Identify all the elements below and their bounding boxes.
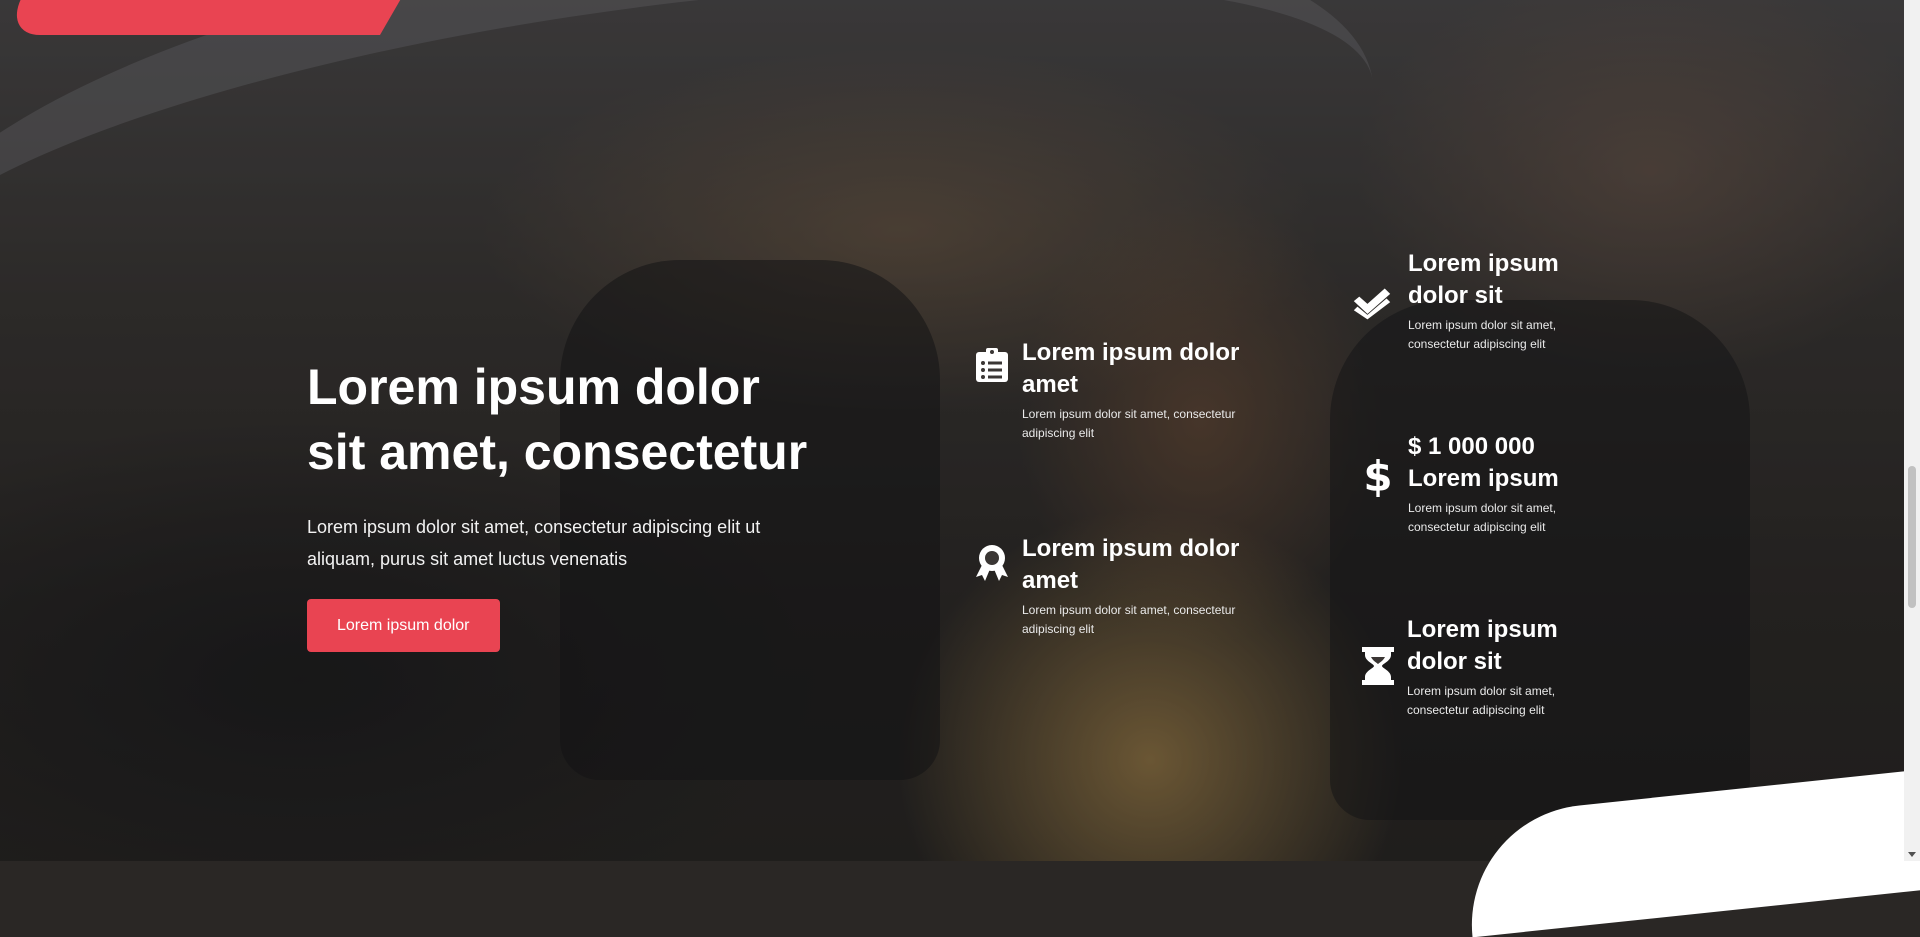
hero-title: Lorem ipsum dolor sit amet, consectetur xyxy=(307,359,808,480)
double-check-icon xyxy=(1352,283,1392,323)
feature-description: Lorem ipsum dolor sit amet, consectetur … xyxy=(1022,603,1236,636)
clipboard-list-icon xyxy=(972,345,1012,385)
feature-item: $ $ 1 000 000 Lorem ipsum Lorem ipsum do… xyxy=(1363,431,1588,537)
background-overlay xyxy=(0,0,1904,861)
feature-title: Lorem ipsum dolor sit xyxy=(1407,616,1558,675)
feature-description: Lorem ipsum dolor sit amet, consectetur … xyxy=(1408,318,1557,351)
feature-description: Lorem ipsum dolor sit amet, consectetur … xyxy=(1408,501,1557,534)
page-scrollbar[interactable] xyxy=(1904,0,1920,861)
award-icon xyxy=(972,543,1012,583)
feature-title: Lorem ipsum dolor sit xyxy=(1408,250,1559,309)
scrollbar-thumb[interactable] xyxy=(1908,466,1916,608)
hourglass-icon xyxy=(1358,646,1398,686)
top-accent-shape xyxy=(0,0,435,35)
feature-title: Lorem ipsum dolor amet xyxy=(1022,535,1240,594)
feature-title: Lorem ipsum dolor amet xyxy=(1022,339,1240,398)
scroll-down-arrow-icon[interactable] xyxy=(1908,852,1916,857)
feature-description: Lorem ipsum dolor sit amet, consectetur … xyxy=(1022,407,1236,440)
feature-item: Lorem ipsum dolor amet Lorem ipsum dolor… xyxy=(976,337,1272,443)
background-image xyxy=(0,0,1904,861)
feature-title: $ 1 000 000 Lorem ipsum xyxy=(1408,433,1559,492)
feature-item: Lorem ipsum dolor sit Lorem ipsum dolor … xyxy=(1362,614,1587,720)
hero-subtitle: Lorem ipsum dolor sit amet, consectetur … xyxy=(307,517,761,569)
hero-cta-button[interactable]: Lorem ipsum dolor xyxy=(307,599,500,652)
feature-description: Lorem ipsum dolor sit amet, consectetur … xyxy=(1407,684,1556,717)
feature-item: Lorem ipsum dolor sit Lorem ipsum dolor … xyxy=(1353,248,1588,354)
dollar-icon: $ xyxy=(1363,452,1393,501)
hero-section: Lorem ipsum dolor sit amet, consectetur … xyxy=(307,355,827,652)
feature-item: Lorem ipsum dolor amet Lorem ipsum dolor… xyxy=(976,533,1272,639)
